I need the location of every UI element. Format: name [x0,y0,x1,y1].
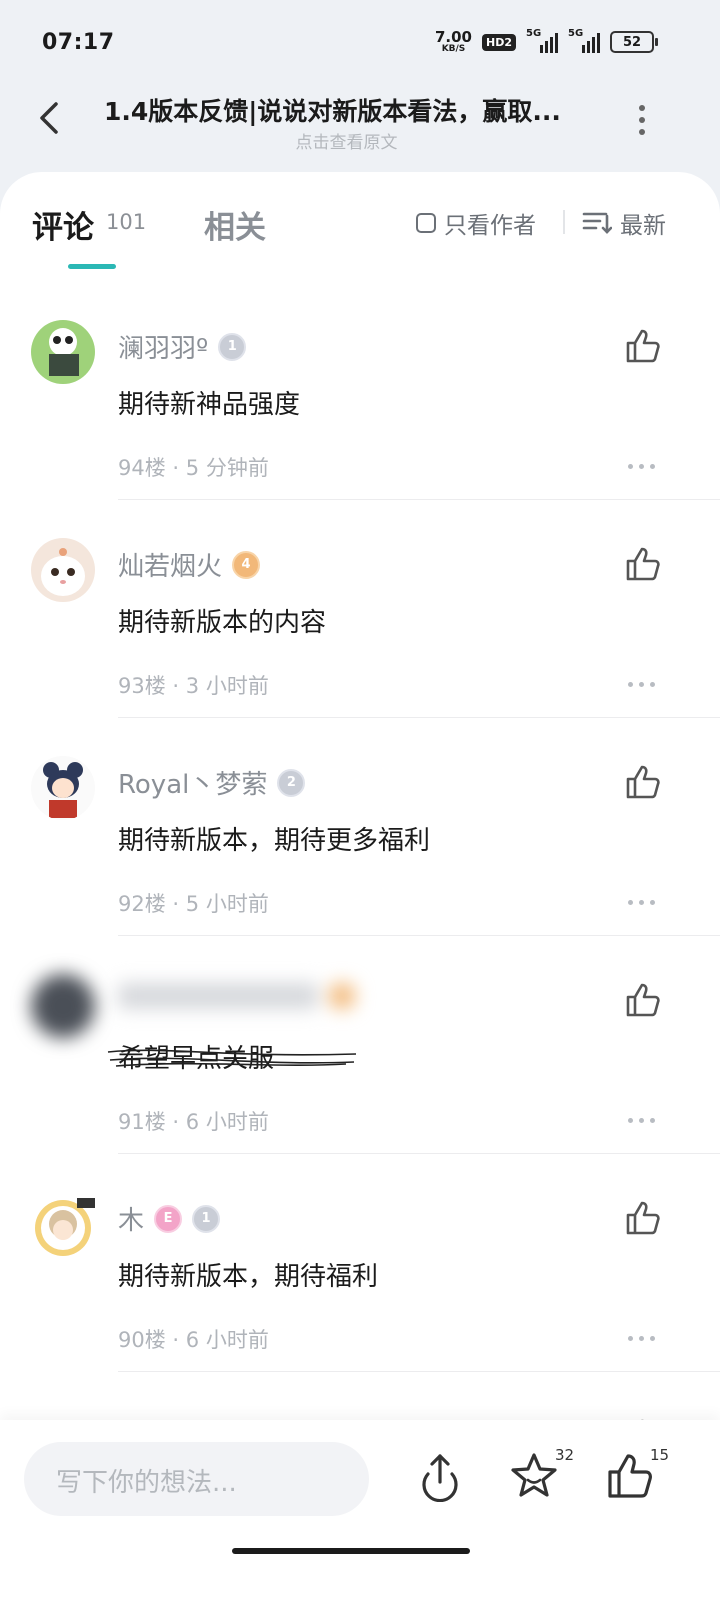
star-icon[interactable] [508,1450,560,1502]
username[interactable]: 澜羽羽º 1 [118,328,247,365]
comments-panel: 评论 101 相关 只看作者 最新 澜羽羽º 1 期待新神品强度 94楼 · 5… [0,172,720,1610]
thumbs-up-icon[interactable] [622,544,662,584]
comment-meta: 93楼 · 3 小时前 [118,674,269,698]
level-badge [328,982,356,1010]
username[interactable] [118,982,356,1010]
comment-item: 灿若烟火 4 期待新版本的内容 93楼 · 3 小时前 [0,500,720,718]
tab-comments[interactable]: 评论 [32,202,94,247]
active-tab-indicator [68,264,116,269]
checkbox-icon[interactable] [416,213,436,233]
comment-item: 木 E 1 期待新版本，期待福利 90楼 · 6 小时前 [0,1154,720,1372]
level-badge: 1 [192,1204,221,1233]
status-time: 07:17 [42,30,115,55]
comment-text: 期待新神品强度 [118,390,301,420]
signal-icon: 5G [526,28,558,53]
username[interactable]: 灿若烟火 4 [118,546,261,583]
share-icon[interactable] [414,1450,466,1502]
avatar[interactable] [31,538,95,602]
likes-count: 15 [650,1446,670,1464]
avatar[interactable] [31,1192,95,1256]
comment-item: 希望早点关服 91楼 · 6 小时前 [0,936,720,1154]
comment-item: Royal丶梦萦 2 期待新版本，期待更多福利 92楼 · 5 小时前 [0,718,720,936]
level-badge: 2 [277,768,306,797]
thumbs-up-icon[interactable] [622,980,662,1020]
comment-item: 澜羽羽º 1 期待新神品强度 94楼 · 5 分钟前 [0,282,720,500]
comment-meta: 94楼 · 5 分钟前 [118,456,269,480]
sort-icon [582,212,612,234]
battery-icon: 52 [610,31,658,53]
hd-icon: HD2 [482,33,516,51]
header: 1.4版本反馈|说说对新版本看法，赢取... 点击查看原文 [0,80,720,170]
more-vertical-icon[interactable] [630,102,654,138]
bottom-action-bar: 写下你的想法... 32 15 [0,1420,720,1610]
tab-bar: 评论 101 相关 只看作者 最新 [0,172,720,272]
level-badge: 4 [232,550,261,579]
level-badge: 1 [218,332,247,361]
avatar[interactable] [31,320,95,384]
comment-meta: 90楼 · 6 小时前 [118,1328,269,1352]
comment-meta: 91楼 · 6 小时前 [118,1110,269,1134]
signal-icon-2: 5G [568,28,600,53]
more-horizontal-icon[interactable] [628,464,655,469]
more-horizontal-icon[interactable] [628,900,655,905]
comment-text: 希望早点关服 [107,1038,357,1075]
comment-text: 期待新版本，期待福利 [118,1262,379,1292]
sort-button[interactable]: 最新 [582,206,666,240]
status-icons: 7.00 KB/S HD2 5G 5G 52 [434,28,658,54]
username[interactable]: 木 E 1 [118,1200,221,1237]
post-title: 1.4版本反馈|说说对新版本看法，赢取... [104,97,561,126]
author-only-toggle[interactable]: 只看作者 [416,206,536,240]
badge: E [154,1204,183,1233]
thumbs-up-icon[interactable] [622,762,662,802]
thumbs-up-icon[interactable] [622,1198,662,1238]
thumbs-up-icon[interactable] [604,1450,656,1502]
thumbs-up-icon[interactable] [622,326,662,366]
username[interactable]: Royal丶梦萦 2 [118,764,306,801]
avatar[interactable] [31,974,95,1038]
avatar[interactable] [31,756,95,820]
comment-text: 期待新版本的内容 [118,608,327,638]
view-original-link[interactable]: 点击查看原文 [0,128,693,153]
more-horizontal-icon[interactable] [628,682,655,687]
home-indicator[interactable] [232,1548,470,1554]
comment-text: 期待新版本，期待更多福利 [118,826,431,856]
favorites-count: 32 [555,1446,575,1464]
more-horizontal-icon[interactable] [628,1336,655,1341]
scribble-mark [107,1049,357,1067]
status-bar: 07:17 7.00 KB/S HD2 5G 5G 52 [0,0,720,80]
more-horizontal-icon[interactable] [628,1118,655,1123]
network-speed: 7.00 KB/S [434,28,472,54]
tab-related[interactable]: 相关 [204,202,266,247]
divider [563,210,565,234]
comments-count: 101 [106,210,147,234]
comment-meta: 92楼 · 5 小时前 [118,892,269,916]
comment-input[interactable]: 写下你的想法... [24,1442,369,1516]
